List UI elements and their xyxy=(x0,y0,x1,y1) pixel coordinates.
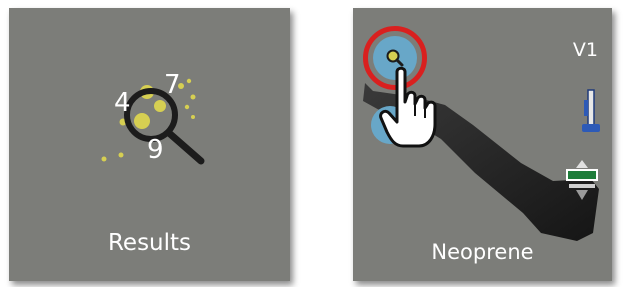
grip-icon[interactable] xyxy=(578,88,602,138)
results-tile[interactable]: 4 7 9 Results xyxy=(9,8,290,281)
icon-digit-7: 7 xyxy=(164,70,181,100)
neoprene-tile[interactable]: V1 Neoprene xyxy=(353,8,612,281)
icon-digit-4: 4 xyxy=(114,88,131,118)
results-magnifier-icon: 4 7 9 xyxy=(101,70,205,165)
fixture-icon[interactable] xyxy=(565,158,599,202)
pointer-hand-icon xyxy=(379,66,437,148)
icon-digit-9: 9 xyxy=(147,135,164,165)
tile-label-neoprene: Neoprene xyxy=(431,240,534,264)
version-label: V1 xyxy=(572,39,598,61)
tile-label-results: Results xyxy=(107,230,192,256)
